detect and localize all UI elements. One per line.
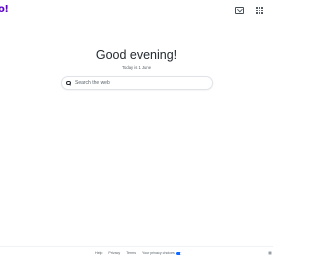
privacy-link[interactable]: Privacy bbox=[108, 251, 120, 256]
greeting-heading: Good evening! bbox=[95, 48, 178, 62]
grid-dot bbox=[261, 9, 263, 11]
grid-dot bbox=[256, 9, 258, 11]
top-right-icons bbox=[235, 7, 263, 14]
mail-icon[interactable] bbox=[235, 7, 244, 14]
apps-grid-icon[interactable] bbox=[256, 7, 263, 14]
grid-dot bbox=[258, 7, 260, 9]
grid-dot bbox=[256, 12, 258, 14]
grid-dot bbox=[261, 7, 263, 9]
footer-links: Help Privacy Terms Your privacy choices bbox=[95, 251, 183, 256]
privacy-choices-label: Your privacy choices bbox=[142, 251, 175, 255]
search-box[interactable] bbox=[61, 76, 213, 90]
grid-dot bbox=[261, 12, 263, 14]
yahoo-logo[interactable]: o! bbox=[0, 4, 9, 16]
grid-dot bbox=[256, 7, 258, 9]
search-input[interactable] bbox=[75, 79, 205, 87]
page: o! Good evening! Today is 1 June Help Pr… bbox=[0, 0, 273, 262]
privacy-choices-link[interactable]: Your privacy choices bbox=[142, 251, 183, 256]
date-text: Today is 1 June bbox=[121, 65, 152, 70]
privacy-toggle-icon bbox=[176, 252, 183, 255]
help-link[interactable]: Help bbox=[95, 251, 102, 256]
terms-link[interactable]: Terms bbox=[126, 251, 136, 256]
grid-dot bbox=[258, 12, 260, 14]
footer-divider bbox=[0, 246, 273, 247]
settings-icon[interactable] bbox=[268, 251, 272, 255]
search-icon[interactable] bbox=[66, 80, 71, 86]
grid-dot bbox=[258, 9, 260, 11]
